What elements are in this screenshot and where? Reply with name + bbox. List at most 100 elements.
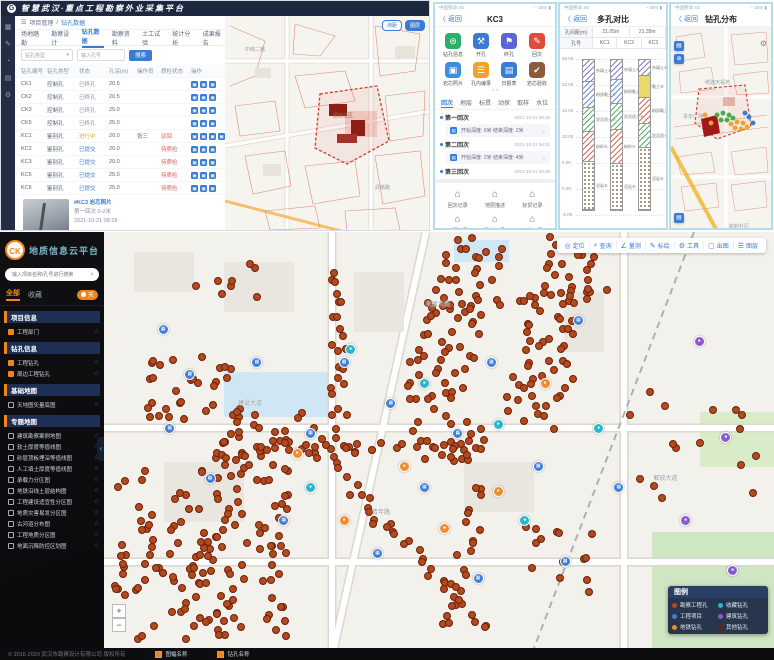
- record-tab-4[interactable]: 取样: [517, 98, 529, 107]
- layer-item[interactable]: 天地图矢量底图☆: [0, 399, 104, 410]
- checkbox[interactable]: [8, 499, 14, 505]
- toggle-borehole-name[interactable]: 钻孔名称: [217, 650, 249, 658]
- search-icon[interactable]: ⌕: [90, 271, 94, 279]
- tab-4[interactable]: 土工试验: [142, 29, 164, 47]
- map-pill-0[interactable]: 测距: [382, 20, 402, 31]
- checkbox[interactable]: [8, 488, 14, 494]
- strata-comparison-chart[interactable]: 25.0020.0015.0010.005.000.00-5.00杂填土①粉质黏…: [560, 51, 666, 229]
- star-icon[interactable]: ☆: [94, 509, 99, 516]
- op-button[interactable]: ▣: [191, 146, 198, 153]
- op-button[interactable]: ▣: [200, 146, 207, 153]
- star-icon[interactable]: ☆: [94, 487, 99, 494]
- app-shortcut[interactable]: ▤日报表: [495, 62, 523, 87]
- table-row[interactable]: CK3控制孔已终孔25.0▣▣▣: [15, 104, 225, 117]
- star-icon[interactable]: ☆: [94, 542, 99, 549]
- record-shortcut[interactable]: ⌂动探记录: [439, 215, 476, 230]
- op-button[interactable]: ▣: [209, 120, 216, 127]
- record-shortcut[interactable]: ⌂水位记录: [514, 215, 551, 230]
- keyword-input[interactable]: 输入孔号: [77, 49, 125, 61]
- checkbox[interactable]: [8, 433, 14, 439]
- photo-tag[interactable]: #KC3 岩芯照片: [74, 199, 117, 208]
- table-row[interactable]: CK2控制孔已终孔20.5▣▣▣: [15, 91, 225, 104]
- basemap-toggle[interactable]: 天: [77, 290, 98, 300]
- op-button[interactable]: ▣: [191, 185, 198, 192]
- record-tab-2[interactable]: 标贯: [479, 98, 491, 107]
- map-pill-1[interactable]: 图层: [405, 20, 425, 31]
- star-icon[interactable]: ☆: [94, 328, 99, 335]
- checkbox[interactable]: [8, 402, 14, 408]
- search-input[interactable]: [10, 271, 88, 279]
- app-shortcut[interactable]: ✔岩芯验收: [523, 62, 551, 87]
- home-icon[interactable]: ▦: [5, 24, 12, 31]
- tab-5[interactable]: 统计分析: [172, 29, 194, 47]
- checkbox[interactable]: [8, 510, 14, 516]
- tab-2[interactable]: 钻孔数据: [82, 27, 104, 48]
- layer-item[interactable]: 砂层顶板埋深等值线图☆: [0, 452, 104, 463]
- tab-1[interactable]: 勘察设计: [51, 29, 73, 47]
- search-button[interactable]: 搜索: [129, 50, 152, 61]
- record-shortcut[interactable]: ⌂地层描述: [476, 190, 513, 209]
- tab-0[interactable]: 场地踏勘: [21, 29, 43, 47]
- tab-favorites[interactable]: 收藏: [28, 290, 42, 300]
- toolbar-定位[interactable]: ◎定位: [561, 241, 590, 250]
- breadcrumb-first[interactable]: 项目管理: [29, 18, 53, 27]
- toolbar-标绘[interactable]: ✎标绘: [646, 241, 675, 250]
- app-shortcut[interactable]: ☰孔内编录: [467, 62, 495, 87]
- hole-id[interactable]: KC2: [617, 38, 641, 48]
- layer-item[interactable]: 地面沉降防控区划图☆: [0, 540, 104, 551]
- op-button[interactable]: ▣: [191, 81, 198, 88]
- geo-map[interactable]: ▦▦▦▦▦▦▦▦▦▦▦▦▦▦▦▦▦▦●●●●●●●●●●●●●●●● 建设大道发…: [104, 232, 774, 648]
- op-button[interactable]: ▣: [200, 185, 207, 192]
- toolbar-出图[interactable]: ▢出图: [704, 241, 734, 250]
- star-icon[interactable]: ☆: [94, 465, 99, 472]
- checkbox[interactable]: [8, 521, 14, 527]
- checkbox[interactable]: [8, 329, 14, 335]
- op-button[interactable]: ▣: [191, 133, 198, 140]
- menu-icon[interactable]: ☰: [21, 19, 26, 26]
- app-shortcut[interactable]: ▣岩芯照片: [439, 62, 467, 87]
- op-button[interactable]: ▣: [200, 120, 207, 127]
- layer-item[interactable]: 工程建设适宜性分区图☆: [0, 496, 104, 507]
- checkbox[interactable]: [8, 477, 14, 483]
- layer-item[interactable]: 软土厚度等值线图☆: [0, 441, 104, 452]
- layer-item[interactable]: 人工填土厚度等值线图☆: [0, 463, 104, 474]
- checkbox[interactable]: [8, 360, 14, 366]
- phone-map[interactable]: 统建天福苑青年广场航舵社区 ▤ ⊕ ▤ ⚙: [671, 27, 771, 229]
- tab-6[interactable]: 成果报告: [203, 29, 225, 47]
- list-item[interactable]: 第二回次2021-10-21 08:31: [440, 139, 550, 150]
- checkbox[interactable]: [8, 444, 14, 450]
- list-item[interactable]: 第三回次2021-10-21 08:35: [440, 166, 550, 177]
- table-row[interactable]: KC6鉴别孔已提交25.0待质检▣▣▣: [15, 182, 225, 195]
- op-button[interactable]: ▣: [200, 94, 207, 101]
- table-row[interactable]: CK5控制孔已终孔25.0▣▣▣: [15, 117, 225, 130]
- table-row[interactable]: KC3鉴别孔已提交20.0待质检▣▣▣: [15, 156, 225, 169]
- checkbox[interactable]: [8, 455, 14, 461]
- checkbox[interactable]: [8, 371, 14, 377]
- record-shortcut[interactable]: ⌂取样记录: [476, 215, 513, 230]
- layer-item[interactable]: 工程钻孔☆: [0, 357, 104, 368]
- op-button[interactable]: ▣: [209, 185, 216, 192]
- op-button[interactable]: ▣: [200, 159, 207, 166]
- layer-item[interactable]: 地质灾害易发分区图☆: [0, 507, 104, 518]
- toolbar-查询[interactable]: ⌕查询: [590, 241, 617, 250]
- star-icon[interactable]: ☆: [94, 370, 99, 377]
- checkbox[interactable]: [8, 543, 14, 549]
- locate-button[interactable]: ⊕: [674, 54, 684, 64]
- layer-item[interactable]: 周边工程钻孔☆: [0, 368, 104, 379]
- hole-id[interactable]: KC3: [642, 38, 666, 48]
- op-button[interactable]: ▣: [218, 133, 225, 140]
- round-detail-card[interactable]: ▤开始深度: 0米 结束深度: 2米⌄: [446, 124, 550, 137]
- desktop-map[interactable]: 测距图层 中南二路团结社区武珞路: [225, 16, 429, 230]
- list-item[interactable]: 第一回次2021-10-21 08:28: [440, 112, 550, 123]
- op-button[interactable]: ▣: [200, 81, 207, 88]
- star-icon[interactable]: ☆: [94, 401, 99, 408]
- op-button[interactable]: ▣: [209, 133, 216, 140]
- toolbar-图层[interactable]: ☰图层: [734, 241, 762, 250]
- star-icon[interactable]: ☆: [94, 531, 99, 538]
- record-tab-3[interactable]: 动探: [498, 98, 510, 107]
- op-button[interactable]: ▣: [209, 146, 216, 153]
- list-icon[interactable]: ▤: [5, 75, 12, 82]
- clock-icon[interactable]: ◔: [6, 58, 10, 65]
- table-row[interactable]: KC5鉴别孔已提交25.0待质检▣▣▣: [15, 169, 225, 182]
- tab-all[interactable]: 全部: [6, 288, 20, 301]
